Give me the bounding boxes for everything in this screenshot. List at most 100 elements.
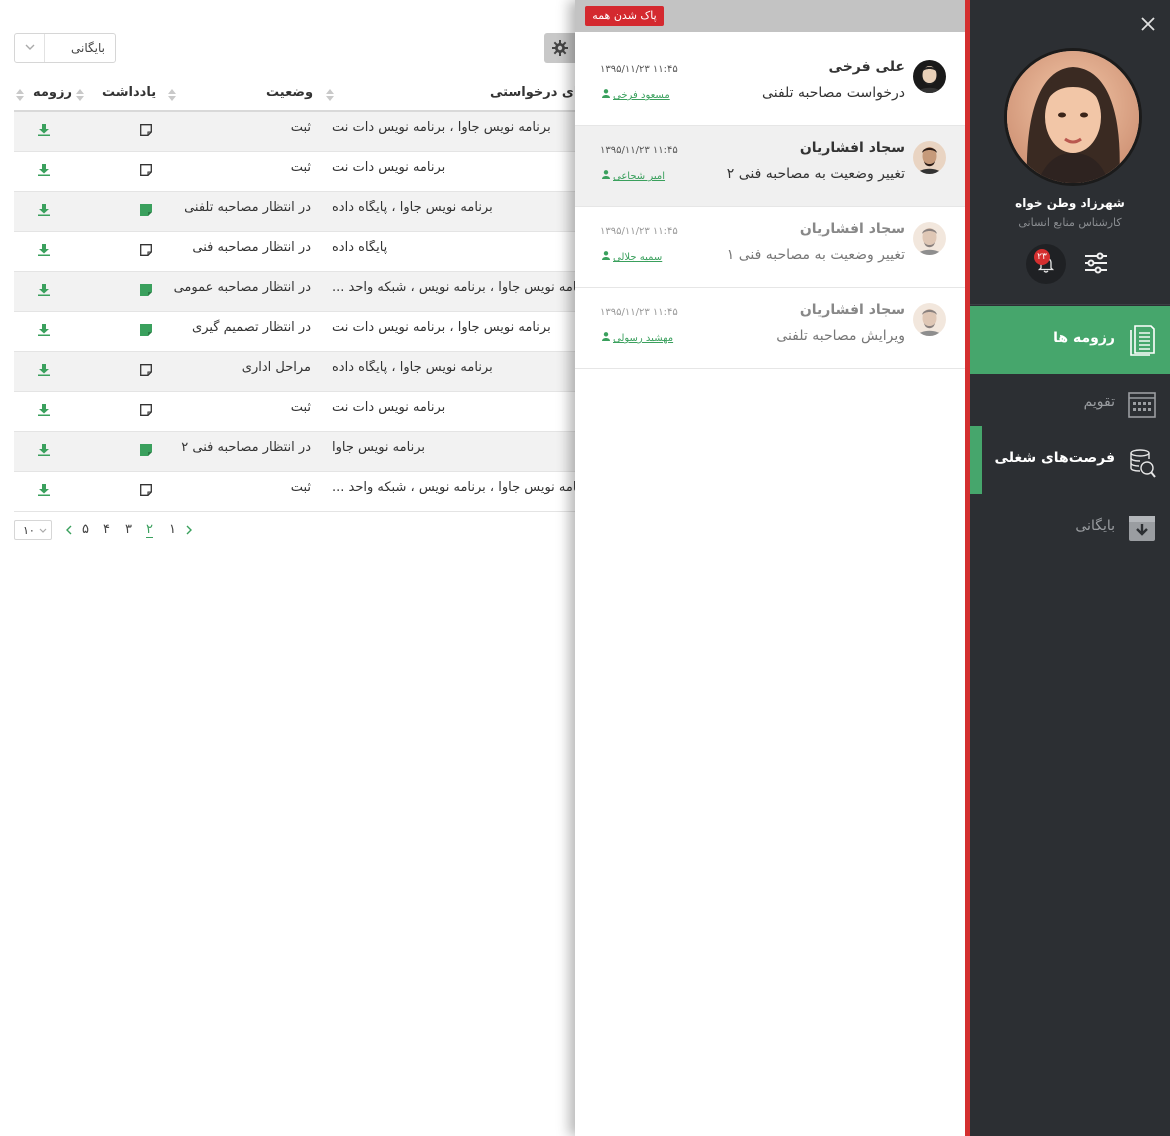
user-name: شهرزاد وطن خواه bbox=[1015, 196, 1125, 210]
download-icon[interactable] bbox=[38, 484, 50, 500]
settings-sliders-icon[interactable] bbox=[1084, 252, 1108, 274]
page-3[interactable]: ۳ bbox=[125, 522, 132, 537]
notification-sender: سجاد افشاریان bbox=[799, 140, 905, 156]
note-icon[interactable] bbox=[140, 324, 152, 336]
download-icon[interactable] bbox=[38, 364, 50, 380]
jobs-cell: برنامه نویس جاوا ، پایگاه داده bbox=[332, 360, 493, 375]
notification-sender: سجاد افشاریان bbox=[799, 302, 905, 318]
table-row[interactable]: در انتظار مصاحبه فنی ۲ برنامه نویس جاوا bbox=[14, 432, 575, 472]
download-icon[interactable] bbox=[38, 164, 50, 180]
chevron-right-icon[interactable] bbox=[186, 525, 192, 535]
user-icon bbox=[602, 89, 610, 98]
sidebar-item-label: فرصت‌های شغلی bbox=[994, 450, 1115, 466]
table-header: رزومه یادداشت وضعیت فرصت‌های درخواستی bbox=[14, 80, 575, 112]
notification-item[interactable]: علی فرخی درخواست مصاحبه تلفنی ۱۳۹۵/۱۱/۲۳ ۱… bbox=[575, 45, 965, 126]
sort-icon[interactable] bbox=[168, 89, 177, 103]
notification-panel-header: پاک شدن همه bbox=[575, 0, 965, 32]
sort-icon[interactable] bbox=[76, 89, 85, 103]
sort-icon[interactable] bbox=[16, 89, 25, 103]
status-cell: مراحل اداری bbox=[241, 360, 311, 375]
note-icon[interactable] bbox=[140, 444, 152, 456]
jobs-cell: برنامه نویس جاوا ، برنامه نویس دات نت bbox=[332, 120, 551, 135]
download-icon[interactable] bbox=[38, 244, 50, 260]
notifications-button[interactable]: ۲۳ bbox=[1026, 244, 1066, 284]
calendar-icon bbox=[1128, 392, 1156, 418]
jobs-cell: برنامه نویس دات نت bbox=[332, 160, 446, 175]
status-cell: در انتظار مصاحبه فنی ۲ bbox=[181, 440, 311, 455]
table-row[interactable]: ثبت برنامه نویس دات نت bbox=[14, 392, 575, 432]
chevron-left-icon[interactable] bbox=[66, 525, 72, 535]
sort-icon[interactable] bbox=[326, 89, 335, 103]
status-cell: ثبت bbox=[290, 480, 311, 495]
download-icon[interactable] bbox=[38, 444, 50, 460]
notification-user-link[interactable]: مهشید رسولی bbox=[602, 332, 673, 344]
header-status: وضعیت bbox=[266, 85, 314, 100]
notification-action: درخواست مصاحبه تلفنی bbox=[762, 85, 905, 101]
note-icon[interactable] bbox=[140, 244, 152, 256]
notification-user-link[interactable]: مسعود فرخی bbox=[602, 89, 670, 101]
archive-select[interactable]: بایگانی bbox=[14, 33, 116, 63]
page-1[interactable]: ۱ bbox=[169, 522, 176, 537]
settings-button[interactable] bbox=[544, 33, 575, 63]
notification-action: تغییر وضعیت به مصاحبه فنی ۲ bbox=[726, 166, 905, 182]
notification-time: ۱۳۹۵/۱۱/۲۳ ۱۱:۴۵ bbox=[600, 145, 678, 156]
notification-action: ویرایش مصاحبه تلفنی bbox=[776, 328, 905, 344]
notification-time: ۱۳۹۵/۱۱/۲۳ ۱۱:۴۵ bbox=[600, 64, 678, 75]
table-body: ثبت برنامه نویس جاوا ، برنامه نویس دات نت… bbox=[14, 112, 575, 512]
table-row[interactable]: در انتظار مصاحبه عمومی برنامه نویس جاوا ،… bbox=[14, 272, 575, 312]
table-row[interactable]: ثبت برنامه نویس جاوا ، برنامه نویس ، شبکه… bbox=[14, 472, 575, 512]
notification-item[interactable]: سجاد افشاریان تغییر وضعیت به مصاحبه فنی ۲… bbox=[575, 126, 965, 207]
notification-time: ۱۳۹۵/۱۱/۲۳ ۱۱:۴۵ bbox=[600, 307, 678, 318]
download-icon[interactable] bbox=[38, 284, 50, 300]
notification-count-badge: ۲۳ bbox=[1034, 249, 1050, 265]
close-icon[interactable] bbox=[1140, 16, 1156, 32]
notification-user-link[interactable]: امیر شجاعی bbox=[602, 170, 665, 182]
note-icon[interactable] bbox=[140, 204, 152, 216]
page-2[interactable]: ۲ bbox=[146, 522, 153, 538]
table-row[interactable]: ثبت برنامه نویس دات نت bbox=[14, 152, 575, 192]
page-4[interactable]: ۴ bbox=[103, 522, 110, 537]
archive-select-value: بایگانی bbox=[71, 41, 105, 55]
avatar bbox=[913, 60, 946, 93]
notification-item[interactable]: سجاد افشاریان تغییر وضعیت به مصاحبه فنی ۱… bbox=[575, 207, 965, 288]
status-cell: در انتظار مصاحبه عمومی bbox=[173, 280, 311, 295]
table-row[interactable]: ثبت برنامه نویس جاوا ، برنامه نویس دات نت bbox=[14, 112, 575, 152]
note-icon[interactable] bbox=[140, 124, 152, 136]
table-row[interactable]: مراحل اداری برنامه نویس جاوا ، پایگاه داد… bbox=[14, 352, 575, 392]
download-icon[interactable] bbox=[38, 404, 50, 420]
notification-user-link[interactable]: سمیه جلالی bbox=[602, 251, 662, 263]
download-icon[interactable] bbox=[38, 324, 50, 340]
note-icon[interactable] bbox=[140, 284, 152, 296]
note-icon[interactable] bbox=[140, 484, 152, 496]
sidebar-item-resumes[interactable]: رزومه ها bbox=[970, 306, 1170, 374]
notification-panel: پاک شدن همه علی فرخی درخواست مصاحبه تلفنی… bbox=[575, 0, 965, 1136]
note-icon[interactable] bbox=[140, 364, 152, 376]
page-size-select[interactable]: ۱۰ bbox=[14, 520, 52, 540]
note-icon[interactable] bbox=[140, 164, 152, 176]
sidebar-item-jobs[interactable]: فرصت‌های شغلی bbox=[970, 426, 1170, 494]
table-row[interactable]: در انتظار مصاحبه فنی پایگاه داده bbox=[14, 232, 575, 272]
page-5[interactable]: ۵ bbox=[82, 522, 89, 537]
user-icon bbox=[602, 332, 610, 341]
user-role: کارشناس منابع انسانی bbox=[1018, 216, 1122, 229]
avatar bbox=[913, 222, 946, 255]
note-icon[interactable] bbox=[140, 404, 152, 416]
sidebar-item-archive[interactable]: بایگانی bbox=[970, 494, 1170, 562]
jobs-cell: برنامه نویس جاوا ، برنامه نویس ، شبکه وا… bbox=[332, 280, 575, 295]
download-icon[interactable] bbox=[38, 204, 50, 220]
header-jobs: فرصت‌های درخواستی bbox=[490, 85, 575, 100]
download-icon[interactable] bbox=[38, 124, 50, 140]
clear-all-button[interactable]: پاک شدن همه bbox=[585, 6, 664, 26]
status-cell: در انتظار مصاحبه تلفنی bbox=[184, 200, 311, 215]
notification-sender: سجاد افشاریان bbox=[799, 221, 905, 237]
jobs-cell: برنامه نویس دات نت bbox=[332, 400, 446, 415]
table-row[interactable]: در انتظار تصمیم گیری برنامه نویس جاوا ، ب… bbox=[14, 312, 575, 352]
table-row[interactable]: در انتظار مصاحبه تلفنی برنامه نویس جاوا ،… bbox=[14, 192, 575, 232]
chevron-down-icon bbox=[39, 528, 47, 533]
sidebar-item-label: تقویم bbox=[1083, 394, 1115, 410]
user-icon bbox=[602, 251, 610, 260]
notification-item[interactable]: سجاد افشاریان ویرایش مصاحبه تلفنی ۱۳۹۵/۱۱/… bbox=[575, 288, 965, 369]
status-cell: در انتظار مصاحبه فنی bbox=[192, 240, 311, 255]
avatar bbox=[913, 303, 946, 336]
avatar[interactable] bbox=[1004, 48, 1142, 186]
